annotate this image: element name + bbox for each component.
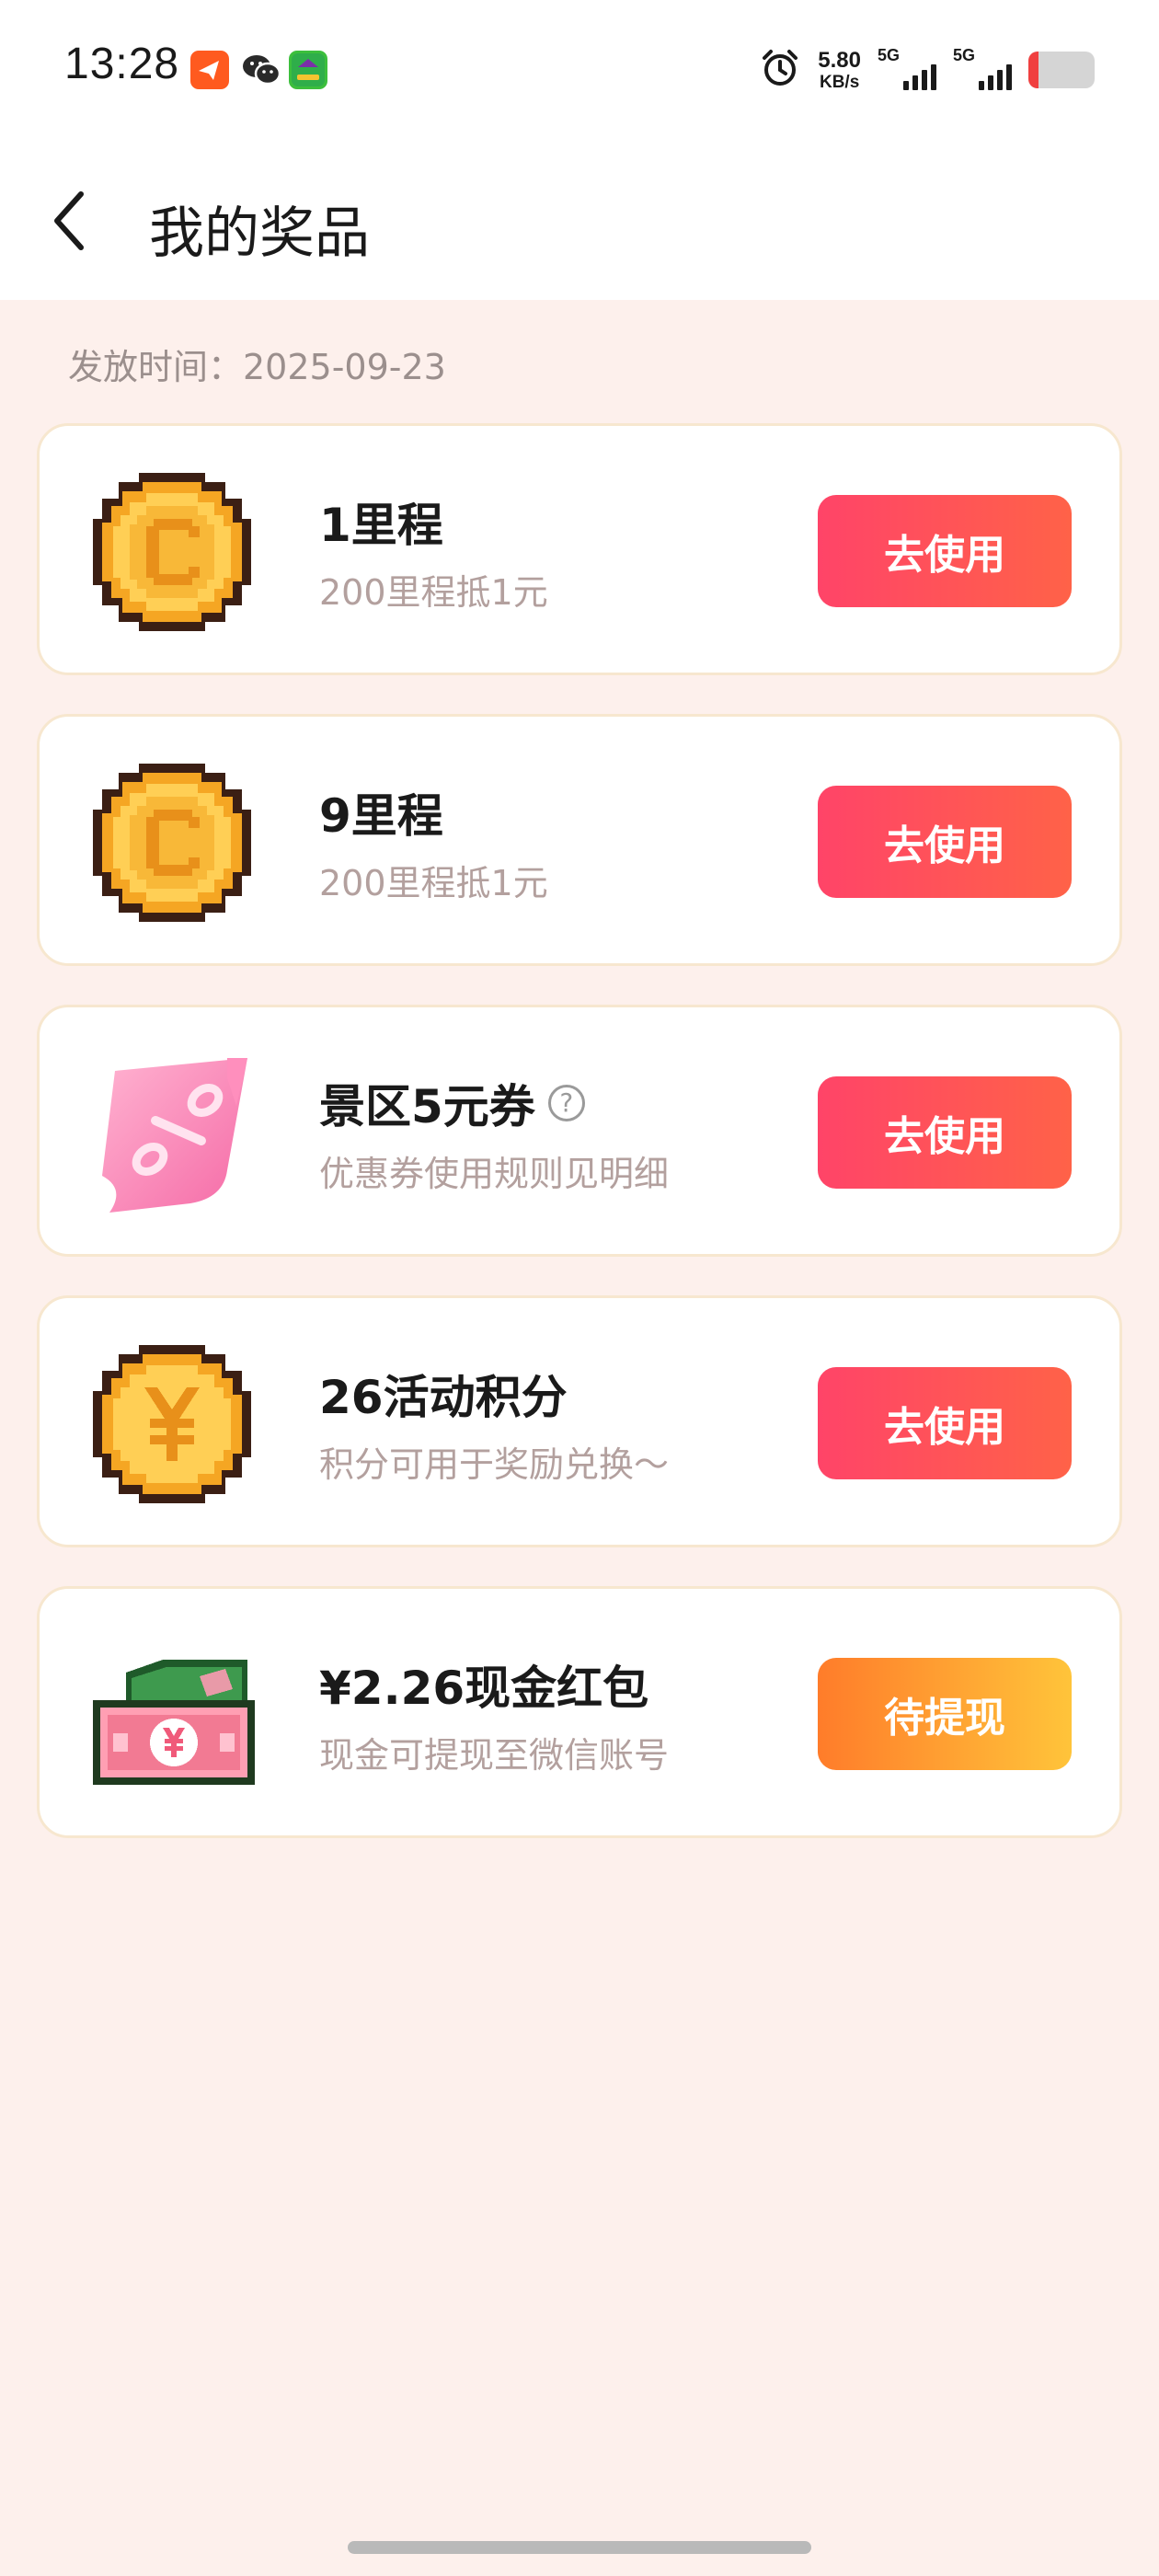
pixel-cash-icon bbox=[89, 1632, 255, 1798]
alarm-icon bbox=[759, 47, 801, 93]
paper-plane-app-icon bbox=[190, 51, 229, 89]
pixel-coin-c-icon bbox=[89, 760, 255, 926]
pixel-coin-yen-icon bbox=[89, 1341, 255, 1507]
status-time: 13:28 bbox=[64, 40, 180, 88]
prize-name: 景区5元券 ? bbox=[319, 1070, 585, 1136]
status-right: 5.80 KB/s 5G 5G bbox=[759, 42, 1095, 98]
use-button[interactable]: 去使用 bbox=[818, 1367, 1072, 1479]
status-bar: 13:28 5.80 KB/s 5G 5G bbox=[0, 0, 1159, 147]
prize-name-text: 26活动积分 bbox=[319, 1371, 568, 1424]
prize-name-text: 9里程 bbox=[319, 789, 443, 843]
use-button[interactable]: 去使用 bbox=[818, 1076, 1072, 1189]
prize-card: 景区5元券 ? 优惠券使用规则见明细 去使用 bbox=[37, 1005, 1122, 1257]
back-button[interactable] bbox=[37, 184, 101, 258]
signal-5g-icon: 5G bbox=[878, 46, 936, 94]
prize-list: 1里程 200里程抵1元 去使用 9里程 200里程抵1元 去使用 景区5元券 … bbox=[37, 423, 1122, 1877]
prize-card: 26活动积分 积分可用于奖励兑换～ 去使用 bbox=[37, 1295, 1122, 1547]
prize-card: ¥2.26现金红包 现金可提现至微信账号 待提现 bbox=[37, 1586, 1122, 1838]
pink-coupon-icon bbox=[89, 1051, 255, 1216]
prize-card: 1里程 200里程抵1元 去使用 bbox=[37, 423, 1122, 675]
home-indicator[interactable] bbox=[348, 2541, 811, 2554]
battery-level bbox=[1028, 52, 1039, 88]
prize-name: 9里程 bbox=[319, 779, 443, 845]
issue-date: 发放时间：2025-09-23 bbox=[68, 347, 446, 387]
page-title: 我的奖品 bbox=[149, 201, 370, 266]
help-icon[interactable]: ? bbox=[547, 1085, 585, 1121]
pixel-coin-c-icon bbox=[89, 469, 255, 635]
prize-desc: 现金可提现至微信账号 bbox=[319, 1735, 670, 1776]
game-app-icon bbox=[289, 51, 327, 89]
chevron-left-icon bbox=[54, 191, 84, 250]
network-speed-value: 5.80 bbox=[818, 47, 861, 73]
signal-5g-icon: 5G bbox=[953, 46, 1012, 94]
network-speed: 5.80 KB/s bbox=[818, 47, 861, 92]
prize-desc: 优惠券使用规则见明细 bbox=[319, 1154, 670, 1194]
prize-card: 9里程 200里程抵1元 去使用 bbox=[37, 714, 1122, 966]
withdraw-button[interactable]: 待提现 bbox=[818, 1658, 1072, 1770]
signal-label: 5G bbox=[953, 46, 976, 64]
prize-name-text: ¥2.26现金红包 bbox=[319, 1662, 649, 1715]
prize-desc: 积分可用于奖励兑换～ bbox=[319, 1444, 670, 1485]
prize-name: 1里程 bbox=[319, 489, 443, 555]
network-speed-unit: KB/s bbox=[819, 72, 860, 92]
prize-desc: 200里程抵1元 bbox=[319, 572, 548, 613]
page-header: 我的奖品 bbox=[0, 147, 1159, 300]
signal-label: 5G bbox=[878, 46, 901, 64]
prize-desc: 200里程抵1元 bbox=[319, 863, 548, 903]
wechat-icon bbox=[241, 51, 281, 89]
prize-name-text: 景区5元券 bbox=[319, 1080, 535, 1133]
battery-icon bbox=[1028, 52, 1095, 88]
prize-name: 26活动积分 bbox=[319, 1361, 568, 1427]
use-button[interactable]: 去使用 bbox=[818, 495, 1072, 607]
use-button[interactable]: 去使用 bbox=[818, 786, 1072, 898]
prize-name-text: 1里程 bbox=[319, 499, 443, 552]
prize-name: ¥2.26现金红包 bbox=[319, 1651, 648, 1718]
